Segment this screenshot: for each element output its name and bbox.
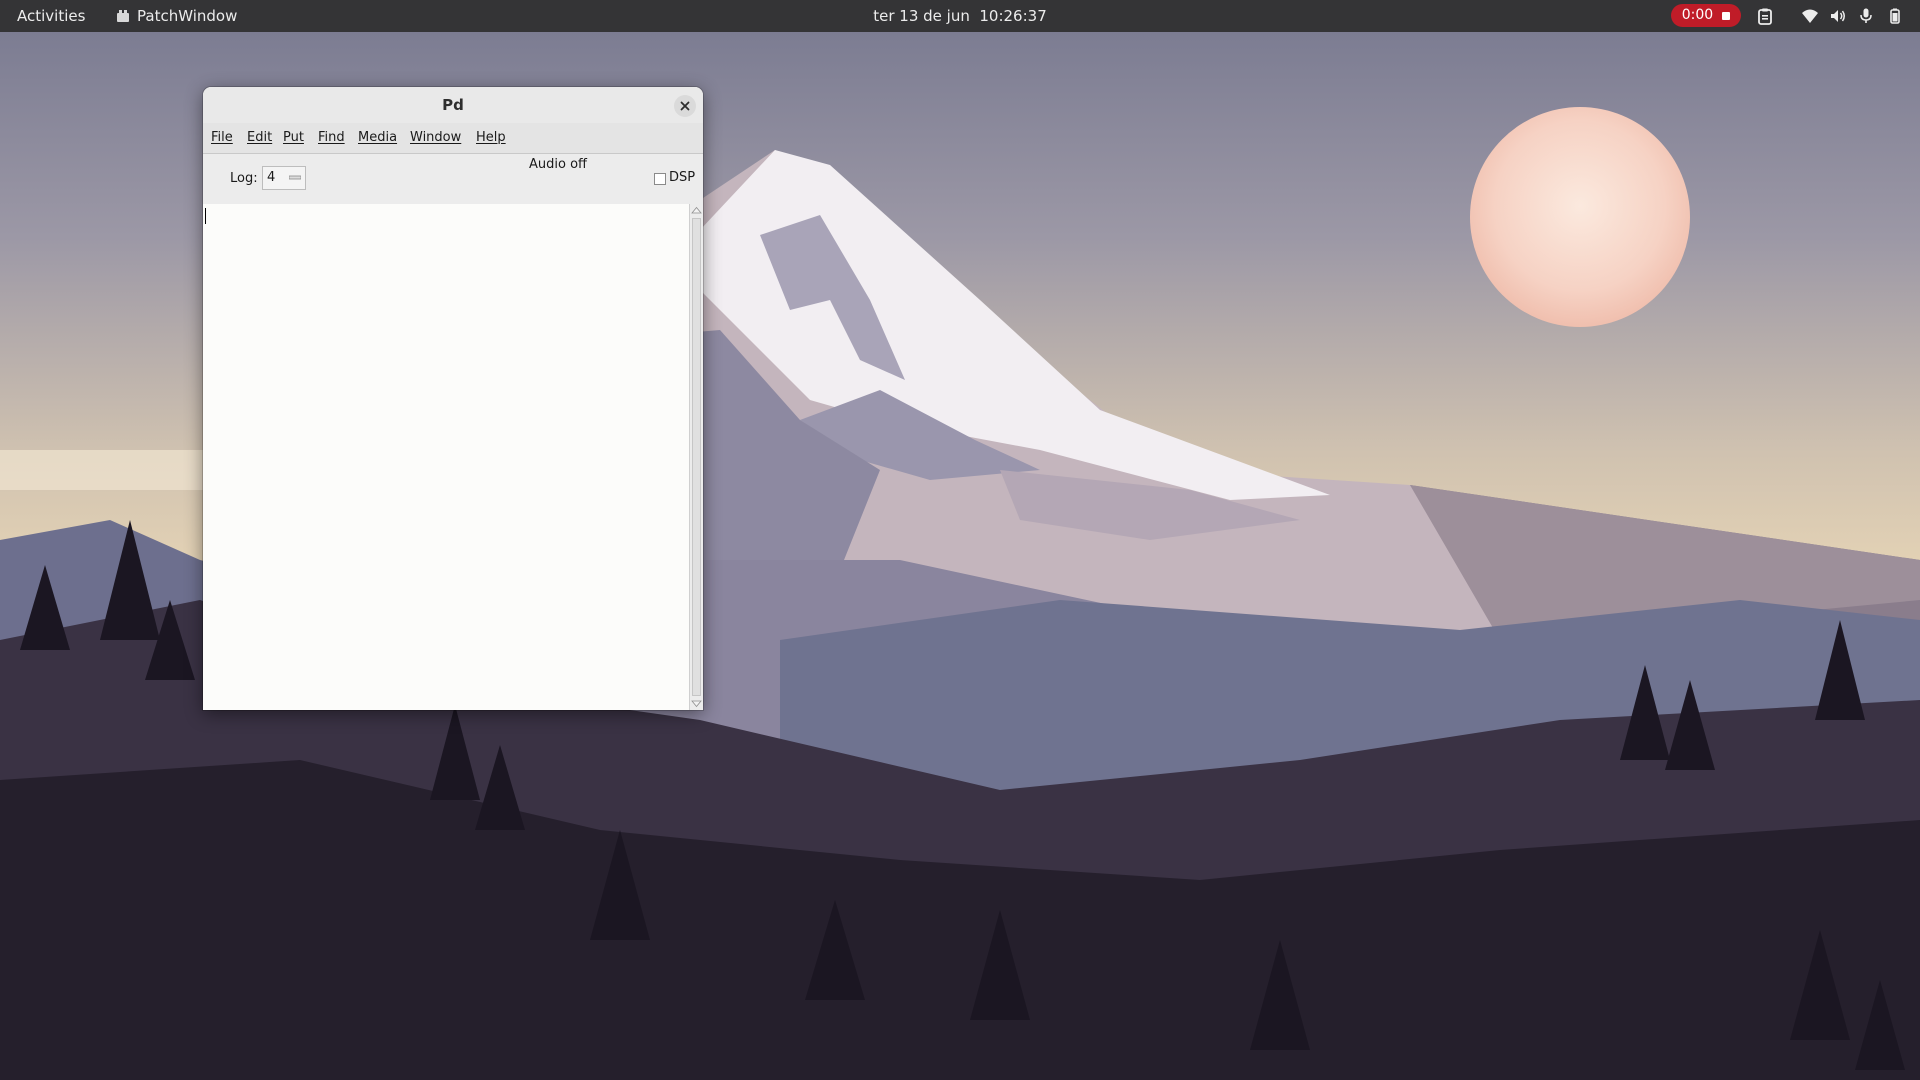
- console-text-area[interactable]: [203, 204, 689, 710]
- recording-time: 0:00: [1681, 7, 1714, 23]
- activities-button[interactable]: Activities: [17, 0, 85, 32]
- log-label: Log:: [230, 171, 258, 186]
- menu-bar: File Edit Put Find Media Window Help: [203, 123, 703, 154]
- scroll-up-arrow-icon[interactable]: [691, 205, 702, 216]
- window-titlebar[interactable]: Pd: [203, 87, 703, 124]
- scrollbar-thumb[interactable]: [692, 218, 701, 696]
- app-menu-label: PatchWindow: [137, 7, 238, 25]
- menu-put[interactable]: Put: [283, 123, 304, 153]
- dsp-label[interactable]: DSP: [669, 169, 695, 187]
- wifi-icon[interactable]: [1801, 7, 1819, 25]
- desktop: Activities PatchWindow ter 13 de jun 10:…: [0, 0, 1920, 1080]
- menu-media[interactable]: Media: [358, 123, 397, 153]
- log-level-selector[interactable]: 4: [262, 166, 306, 190]
- console-scrollbar[interactable]: [689, 204, 703, 710]
- menu-window[interactable]: Window: [410, 123, 461, 153]
- volume-icon[interactable]: [1829, 7, 1847, 25]
- window-title: Pd: [442, 96, 464, 114]
- menu-edit[interactable]: Edit: [247, 123, 272, 153]
- clock-container: ter 13 de jun 10:26:37: [0, 0, 1920, 32]
- dsp-checkbox[interactable]: [654, 173, 666, 185]
- clipboard-icon[interactable]: [1756, 7, 1774, 25]
- text-cursor: [205, 208, 206, 224]
- battery-icon[interactable]: [1886, 7, 1904, 25]
- microphone-icon[interactable]: [1857, 7, 1875, 25]
- log-level-value: 4: [267, 170, 276, 185]
- close-button[interactable]: [674, 95, 696, 117]
- app-menu[interactable]: PatchWindow: [116, 0, 237, 32]
- stop-recording-icon: [1722, 11, 1731, 20]
- status-panel: Log: 4 Audio off DSP: [203, 154, 703, 204]
- audio-status-label: Audio off: [529, 157, 587, 172]
- pd-main-window: Pd File Edit Put Find Media Window Help …: [203, 87, 703, 710]
- close-icon: [680, 101, 690, 111]
- top-bar: Activities PatchWindow ter 13 de jun 10:…: [0, 0, 1920, 32]
- menu-help[interactable]: Help: [476, 123, 506, 153]
- menu-find[interactable]: Find: [318, 123, 345, 153]
- dropdown-indicator-icon: [289, 175, 301, 180]
- menu-file[interactable]: File: [211, 123, 233, 153]
- pd-app-icon: [117, 10, 129, 22]
- clock-label[interactable]: ter 13 de jun 10:26:37: [873, 7, 1047, 25]
- scroll-down-arrow-icon[interactable]: [691, 698, 702, 709]
- sun: [1470, 107, 1690, 327]
- screen-recording-indicator[interactable]: 0:00: [1671, 4, 1741, 27]
